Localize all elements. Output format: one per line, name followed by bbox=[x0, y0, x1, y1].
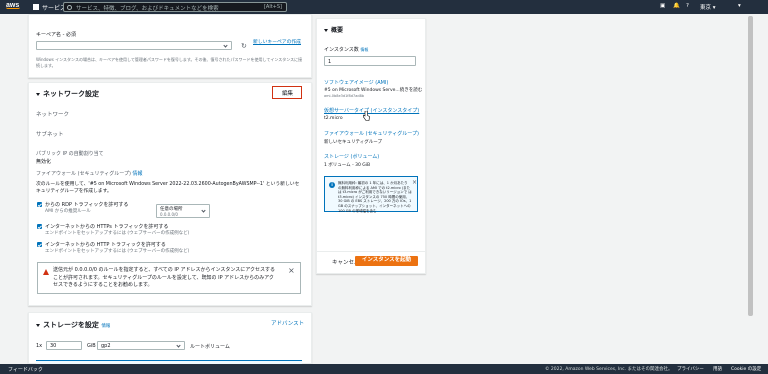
feedback-link[interactable]: フィードバック bbox=[8, 366, 43, 373]
region-selector[interactable]: 東京 ▾ bbox=[700, 3, 716, 11]
firewall-info-link[interactable]: 情報 bbox=[133, 171, 143, 177]
firewall-summary-value: 新しいセキュリティグループ bbox=[324, 140, 382, 145]
subnet-label: サブネット bbox=[36, 132, 64, 138]
ami-value[interactable]: #5 on Microsoft Windows Serve...続きを読む bbox=[324, 87, 424, 93]
launch-instance-button[interactable]: インスタンスを起動 bbox=[355, 256, 418, 266]
warning-icon bbox=[43, 269, 49, 275]
storage-size-value: 30 bbox=[50, 343, 57, 349]
summary-divider bbox=[316, 251, 426, 252]
caret-down-icon bbox=[36, 92, 40, 96]
firewall-rule-text: 次のルールを使用して、'#5 on Microsoft Windows Serv… bbox=[36, 182, 300, 194]
help-icon[interactable]: ? bbox=[686, 3, 689, 9]
root-volume-label: ルートボリューム bbox=[190, 344, 230, 350]
summary-title: 概要 bbox=[331, 27, 344, 34]
instance-type-value: t2.micro bbox=[324, 116, 343, 121]
network-settings-header[interactable]: ネットワーク設定 bbox=[36, 89, 99, 99]
caret-down-icon bbox=[36, 323, 40, 327]
warning-alert: 送信元が 0.0.0.0/0 のルールを指定すると、すべての IP アドレスから… bbox=[37, 262, 301, 294]
create-keypair-link[interactable]: 新しいキーペアの作成 bbox=[253, 40, 305, 46]
free-tier-text: 無料利用枠: 最初の 1 年には、1 か月あたり の無料利用枠による AMI で… bbox=[338, 181, 412, 213]
rdp-source-select[interactable]: 任意の場所 0.0.0.0/0 bbox=[156, 204, 210, 218]
privacy-link[interactable]: プライバシー bbox=[677, 366, 704, 372]
info-icon: i bbox=[329, 182, 335, 188]
https-sub: エンドポイントをセットアップするには (ウェブサーバーの作成例など) bbox=[45, 231, 190, 236]
edit-button[interactable]: 編集 bbox=[272, 86, 302, 99]
https-checkbox[interactable] bbox=[37, 224, 42, 229]
keypair-help-text: Windows インスタンスの場合は、キーペアを使用して管理者パスワードを復号し… bbox=[36, 57, 303, 68]
storage-type-value: gp2 bbox=[101, 343, 111, 349]
keypair-select[interactable] bbox=[36, 41, 232, 50]
http-checkbox[interactable] bbox=[37, 242, 42, 247]
instance-count-value: 1 bbox=[328, 58, 332, 65]
firewall-label: ファイアウォール (セキュリティグループ) 情報 bbox=[36, 170, 143, 177]
ami-label[interactable]: ソフトウェアイメージ (AMI) bbox=[324, 79, 388, 86]
cookie-settings-link[interactable]: Cookie の設定 bbox=[731, 366, 761, 372]
terms-link[interactable]: 用語 bbox=[713, 366, 722, 372]
hand-cursor-icon bbox=[363, 111, 370, 121]
instance-count-info-link[interactable]: 情報 bbox=[360, 47, 368, 52]
storage-size-input[interactable]: 30 bbox=[46, 341, 82, 350]
instance-count-input[interactable]: 1 bbox=[324, 56, 416, 66]
rdp-sub: AMI からの推奨ルール bbox=[45, 209, 91, 214]
storage-prefix: 1x bbox=[36, 343, 43, 349]
keypair-label: キーペア名 - 必須 bbox=[36, 32, 76, 38]
http-label: インターネットからの HTTP トラフィックを許可する bbox=[45, 242, 166, 248]
aws-logo-text: aws bbox=[6, 2, 20, 9]
account-menu[interactable]: ▾ bbox=[738, 3, 741, 9]
copyright-text: © 2022, Amazon Web Services, Inc. またはその関… bbox=[545, 367, 673, 372]
storage-header[interactable]: ストレージを設定 情報 bbox=[36, 320, 110, 330]
services-grid-icon[interactable] bbox=[33, 4, 39, 10]
cloudshell-icon[interactable]: ▣ bbox=[660, 3, 665, 9]
https-label: インターネットからの HTTPs トラフィックを許可する bbox=[45, 224, 169, 230]
close-icon[interactable]: × bbox=[412, 179, 417, 186]
search-icon bbox=[67, 5, 72, 10]
ami-id: ami-0b8e3d1f8d7ad8b bbox=[324, 94, 365, 98]
network-label: ネットワーク bbox=[36, 112, 70, 118]
chevron-down-icon bbox=[223, 43, 228, 48]
search-shortcut: [Alt+S] bbox=[263, 4, 282, 10]
warning-text: 送信元が 0.0.0.0/0 のルールを指定すると、すべての IP アドレスから… bbox=[53, 267, 276, 288]
storage-summary-value: 1 ボリューム - 30 GiB bbox=[324, 163, 371, 168]
public-ip-value: 無効化 bbox=[36, 159, 52, 165]
storage-unit: GiB bbox=[87, 343, 96, 349]
storage-title: ストレージを設定 bbox=[43, 321, 99, 329]
chevron-down-icon bbox=[201, 208, 206, 213]
storage-info-link[interactable]: 情報 bbox=[101, 324, 110, 329]
caret-down-icon bbox=[324, 29, 328, 32]
rdp-checkbox[interactable] bbox=[37, 202, 42, 207]
aws-logo[interactable]: aws bbox=[6, 2, 20, 9]
free-tier-info-box: i 無料利用枠: 最初の 1 年には、1 か月あたり の無料利用枠による AMI… bbox=[324, 176, 418, 213]
summary-header[interactable]: 概要 bbox=[324, 25, 343, 34]
instance-type-label[interactable]: 仮想サーバータイプ (インスタンスタイプ) bbox=[324, 107, 419, 114]
advanced-link[interactable]: アドバンスト bbox=[271, 319, 304, 327]
edit-button-label: 編集 bbox=[282, 91, 294, 97]
firewall-label-text: ファイアウォール (セキュリティグループ) bbox=[36, 171, 131, 177]
storage-type-select[interactable]: gp2 bbox=[97, 341, 185, 350]
scrollbar-thumb[interactable] bbox=[748, 16, 753, 316]
refresh-icon[interactable]: ↻ bbox=[241, 42, 247, 50]
bell-icon[interactable]: 🔔 bbox=[673, 3, 680, 9]
close-icon[interactable]: × bbox=[288, 266, 295, 275]
firewall-summary-label[interactable]: ファイアウォール (セキュリティグループ) bbox=[324, 130, 419, 137]
instance-count-label-text: インスタンス数 bbox=[324, 47, 359, 53]
http-sub: エンドポイントをセットアップするには (ウェブサーバーの作成例など) bbox=[45, 249, 190, 254]
search-input[interactable]: サービス、特徴、ブログ、およびドキュメントなどを検索 [Alt+S] bbox=[63, 2, 287, 12]
instance-count-label: インスタンス数 情報 bbox=[324, 46, 368, 53]
storage-summary-label[interactable]: ストレージ (ボリューム) bbox=[324, 153, 379, 160]
chevron-down-icon bbox=[176, 343, 181, 348]
public-ip-label: パブリック IP の自動割り当て bbox=[36, 151, 104, 157]
network-settings-title: ネットワーク設定 bbox=[43, 90, 99, 98]
rdp-source-cidr: 0.0.0.0/0 bbox=[160, 212, 178, 217]
search-placeholder: サービス、特徴、ブログ、およびドキュメントなどを検索 bbox=[76, 6, 219, 12]
rdp-label: からの RDP トラフィックを許可する bbox=[45, 202, 129, 208]
